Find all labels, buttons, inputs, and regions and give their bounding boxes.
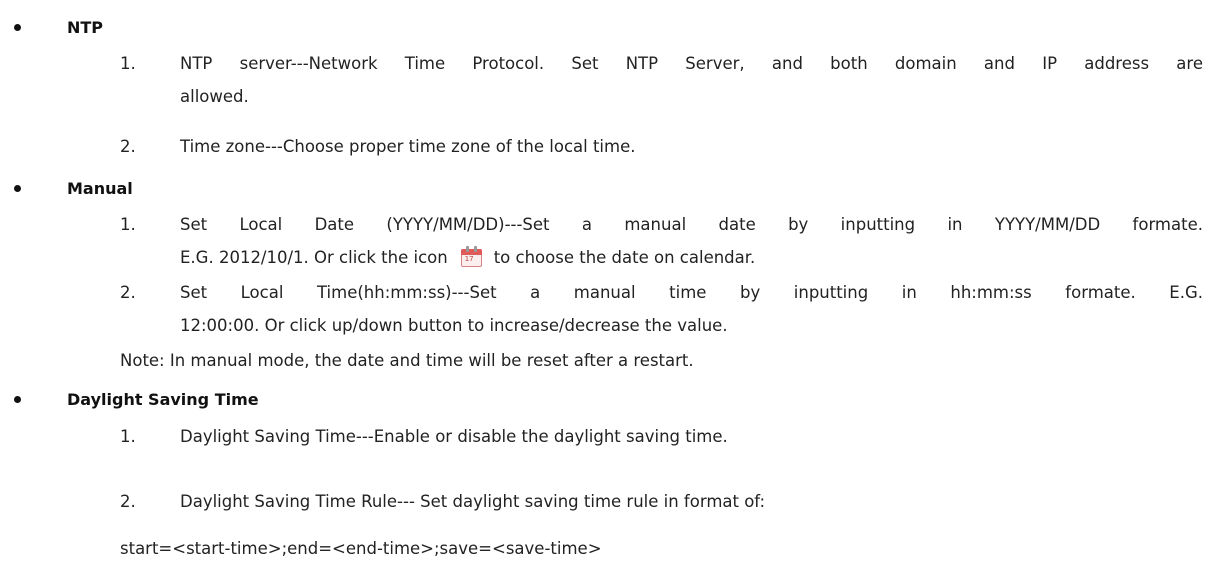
item-text-line: Daylight Saving Time---Enable or disable…: [180, 427, 728, 446]
item-text-segment: E.G. 2012/10/1. Or click the icon: [180, 248, 448, 267]
item-text-line: E.G. 2012/10/1. Or click the icon 17 to ch…: [180, 241, 1203, 274]
item-text-segment: to choose the date on calendar.: [493, 248, 756, 267]
item-text: Set Local Date (YYYY/MM/DD)---Set a manu…: [180, 208, 1203, 274]
bullet-icon: [14, 184, 21, 192]
item-number: 1.: [120, 54, 136, 73]
calendar-icon: 17: [460, 246, 482, 267]
item-number: 2.: [120, 283, 136, 302]
item-text-line: Set Local Time(hh:mm:ss)---Set a manual …: [180, 283, 1203, 302]
list-item: 2. Daylight Saving Time Rule--- Set dayl…: [0, 485, 1215, 518]
item-text-line: Time zone---Choose proper time zone of t…: [180, 137, 636, 156]
item-number: 1.: [120, 215, 136, 234]
list-item: 2. Time zone---Choose proper time zone o…: [0, 130, 1215, 163]
calendar-icon-number: 17: [464, 255, 474, 263]
item-number: 2.: [120, 137, 136, 156]
list-item: 1. Daylight Saving Time---Enable or disa…: [0, 420, 1215, 453]
item-text: Daylight Saving Time Rule--- Set dayligh…: [180, 485, 1203, 518]
item-text: NTP server---Network Time Protocol. Set …: [180, 47, 1203, 113]
item-text-line: NTP server---Network Time Protocol. Set …: [180, 54, 1203, 73]
document-page: NTP 1. NTP server---Network Time Protoco…: [0, 0, 1215, 576]
item-text: Time zone---Choose proper time zone of t…: [180, 130, 1203, 163]
item-text-line: allowed.: [180, 87, 249, 106]
note-text: Note: In manual mode, the date and time …: [120, 351, 694, 370]
item-number: 1.: [120, 427, 136, 446]
section-title: Manual: [67, 178, 133, 198]
list-item: 1. Set Local Date (YYYY/MM/DD)---Set a m…: [0, 208, 1215, 274]
item-number: 2.: [120, 492, 136, 511]
section-title: NTP: [67, 17, 104, 37]
section-title: Daylight Saving Time: [67, 389, 259, 409]
item-text: Daylight Saving Time---Enable or disable…: [180, 420, 1203, 453]
bullet-icon: [14, 395, 21, 403]
item-text-line: Set Local Date (YYYY/MM/DD)---Set a manu…: [180, 215, 1203, 234]
list-item: 1. NTP server---Network Time Protocol. S…: [0, 47, 1215, 113]
bullet-icon: [14, 23, 21, 31]
item-text: Set Local Time(hh:mm:ss)---Set a manual …: [180, 276, 1203, 342]
item-text-line: Daylight Saving Time Rule--- Set dayligh…: [180, 492, 766, 511]
list-item: 2. Set Local Time(hh:mm:ss)---Set a manu…: [0, 276, 1215, 342]
rule-format-text: start=<start-time>;end=<end-time>;save=<…: [120, 539, 602, 558]
item-text-line: 12:00:00. Or click up/down button to inc…: [180, 316, 728, 335]
